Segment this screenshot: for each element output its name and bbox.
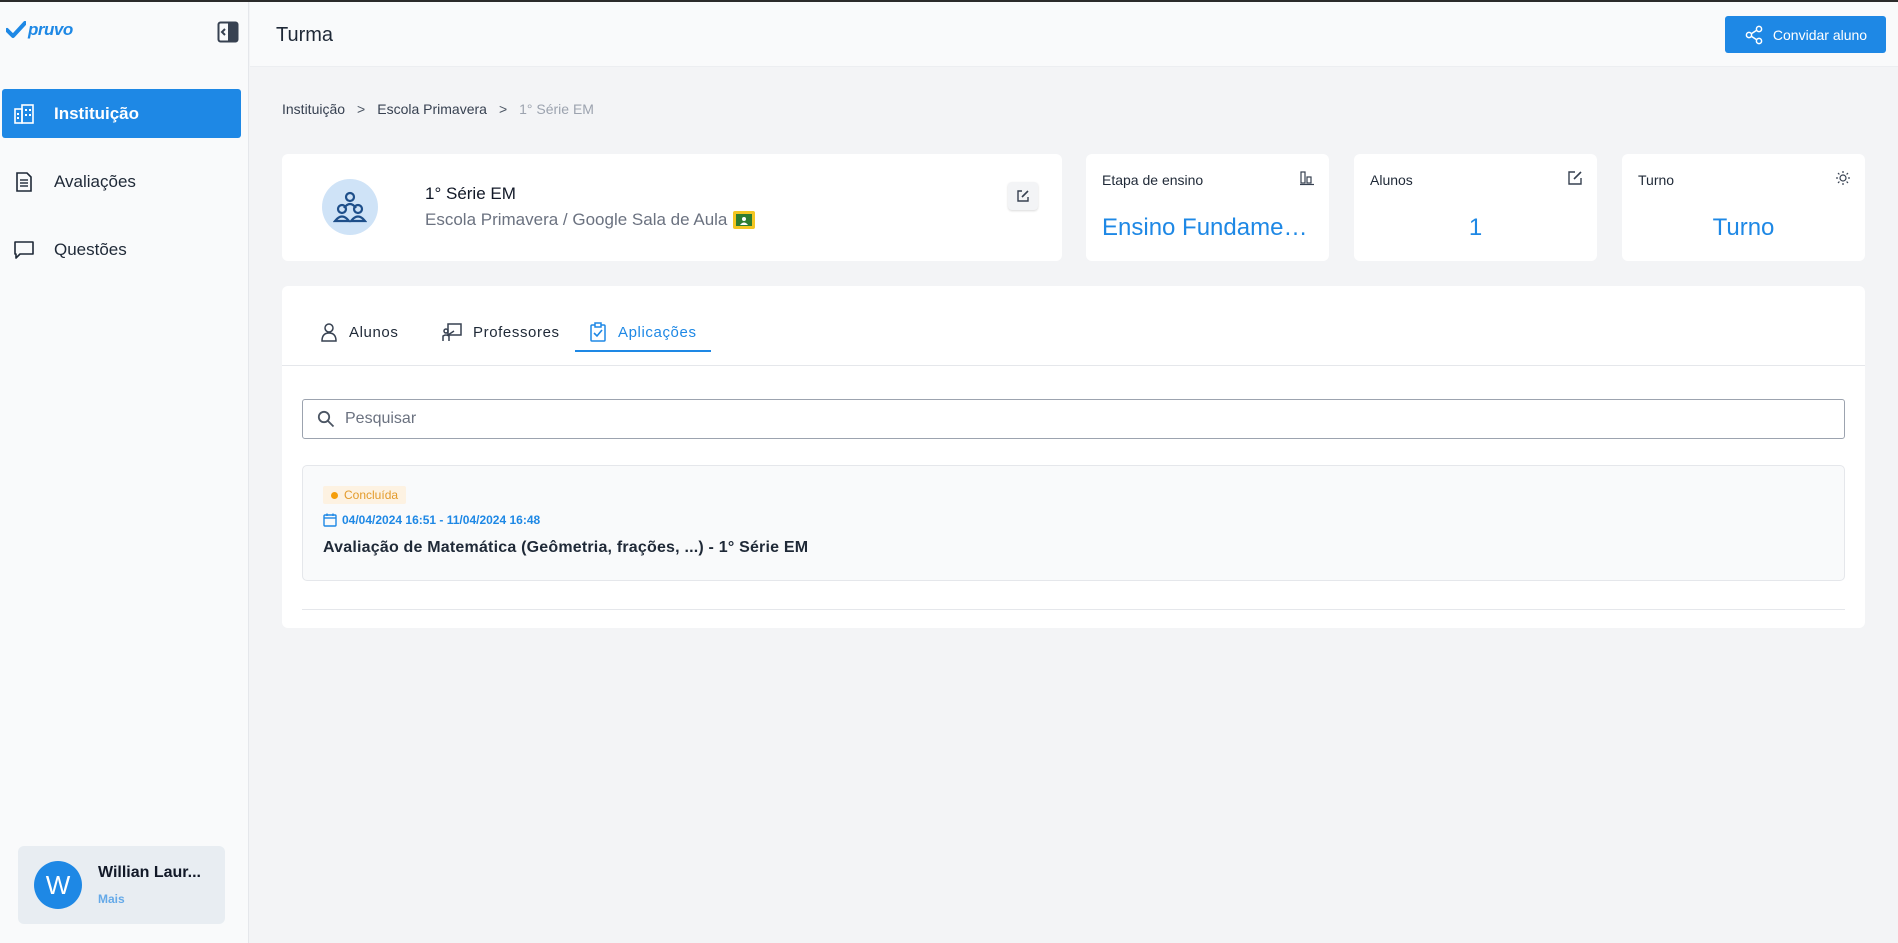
stat-value: Ensino Fundamental — [1102, 214, 1313, 241]
sidebar-item-avaliacoes[interactable]: Avaliações — [2, 157, 241, 206]
stat-card-alunos: Alunos 1 — [1354, 154, 1597, 261]
stat-label: Turno — [1638, 172, 1675, 188]
stat-card-turno: Turno Turno — [1622, 154, 1865, 261]
google-classroom-icon — [733, 211, 756, 229]
stat-value: Turno — [1712, 214, 1775, 241]
sidebar-item-label: Instituição — [54, 103, 140, 123]
edit-class-button[interactable] — [1008, 182, 1038, 210]
date-range-text: 04/04/2024 16:51 - 11/04/2024 16:48 — [342, 513, 541, 527]
class-group-icon — [322, 179, 378, 235]
tab-label: Alunos — [349, 323, 399, 341]
share-icon — [1745, 25, 1763, 44]
sidebar-item-instituicao[interactable]: Instituição — [2, 89, 241, 138]
class-info-card: 1° Série EM Escola Primavera / Google Sa… — [282, 154, 1062, 261]
document-icon — [11, 169, 37, 195]
chart-icon — [1300, 171, 1314, 186]
breadcrumb-item-current: 1° Série EM — [519, 101, 594, 117]
teacher-icon — [442, 323, 462, 341]
pruvo-logo[interactable]: pruvo — [6, 20, 73, 40]
person-icon — [321, 323, 337, 342]
list-divider — [302, 609, 1845, 610]
status-badge: Concluída — [323, 486, 407, 504]
sidebar-item-label: Avaliações — [54, 171, 136, 191]
edit-icon — [1017, 190, 1029, 202]
stat-card-etapa: Etapa de ensino Ensino Fundamental — [1086, 154, 1329, 261]
breadcrumb-item-escola[interactable]: Escola Primavera — [377, 101, 487, 117]
invite-student-button[interactable]: Convidar aluno — [1725, 16, 1886, 53]
sidebar: pruvo Instituição Avaliações Questões W … — [0, 2, 249, 943]
stat-label: Etapa de ensino — [1102, 172, 1204, 188]
breadcrumb-separator: > — [357, 101, 366, 117]
top-header: Turma Convidar aluno — [250, 2, 1898, 67]
date-range: 04/04/2024 16:51 - 11/04/2024 16:48 — [323, 513, 540, 527]
breadcrumb: Instituição > Escola Primavera > 1° Séri… — [282, 101, 594, 117]
sun-icon — [1836, 171, 1850, 185]
calendar-icon — [323, 513, 337, 527]
search-icon — [317, 410, 335, 428]
tab-alunos[interactable]: Alunos — [306, 314, 412, 350]
collapse-sidebar-button[interactable] — [217, 21, 239, 43]
user-name: Willian Laur... — [98, 864, 201, 881]
search-input[interactable] — [345, 410, 1745, 428]
breadcrumb-separator: > — [498, 101, 508, 117]
application-list-item[interactable]: Concluída 04/04/2024 16:51 - 11/04/2024 … — [302, 465, 1845, 581]
user-more-link[interactable]: Mais — [98, 892, 201, 906]
page-title: Turma — [276, 24, 334, 46]
stat-value: 1 — [1468, 214, 1483, 241]
logo-text: pruvo — [28, 20, 73, 39]
sidebar-item-questoes[interactable]: Questões — [2, 225, 241, 274]
tab-aplicacoes[interactable]: Aplicações — [575, 314, 711, 352]
tab-label: Professores — [473, 323, 560, 341]
invite-button-label: Convidar aluno — [1772, 26, 1868, 43]
class-subtitle-text: Escola Primavera / Google Sala de Aula — [425, 210, 728, 229]
stat-label: Alunos — [1370, 172, 1413, 188]
sidebar-collapse-icon — [217, 21, 239, 43]
class-subtitle: Escola Primavera / Google Sala de Aula — [425, 210, 756, 230]
building-icon — [11, 101, 37, 127]
class-name: 1° Série EM — [425, 184, 516, 203]
tab-professores[interactable]: Professores — [428, 314, 574, 350]
check-logo-icon — [6, 21, 26, 38]
sidebar-nav: Instituição Avaliações Questões — [2, 89, 241, 293]
tab-bar: Alunos Professores Aplicações — [282, 286, 1865, 366]
edit-square-icon — [1568, 171, 1582, 185]
class-tabs-panel: Alunos Professores Aplicações Pesquisar … — [282, 286, 1865, 628]
tab-label: Aplicações — [618, 323, 697, 341]
status-label: Concluída — [344, 488, 399, 502]
comment-icon — [11, 237, 37, 263]
sidebar-item-label: Questões — [54, 239, 127, 259]
avatar: W — [34, 861, 82, 909]
breadcrumb-item-instituicao[interactable]: Instituição — [282, 101, 345, 117]
application-title: Avaliação de Matemática (Geômetria, fraç… — [323, 539, 809, 556]
search-box — [302, 399, 1845, 439]
user-card[interactable]: W Willian Laur... Mais — [18, 846, 225, 924]
clipboard-check-icon — [590, 322, 606, 342]
status-dot-icon — [331, 491, 338, 499]
